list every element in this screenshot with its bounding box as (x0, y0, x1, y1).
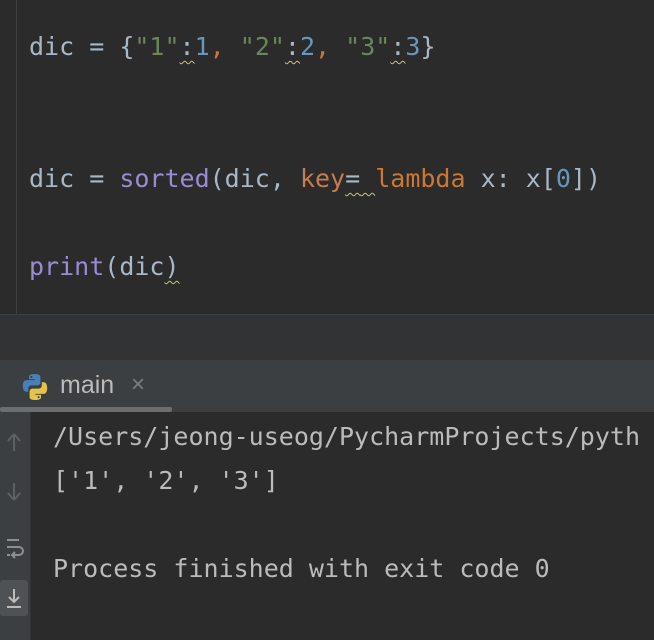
code-line-2[interactable]: dic = sorted(dic, key= lambda x: x[0]) (29, 164, 601, 194)
run-tab-label: main (60, 371, 115, 399)
soft-wrap-icon[interactable] (0, 530, 28, 566)
token-brace-close: } (420, 32, 436, 61)
token-colon: : (284, 32, 300, 61)
console-output[interactable]: /Users/jeong-useog/PycharmProjects/pyth … (31, 412, 654, 640)
console-exit-line: Process finished with exit code 0 (53, 554, 550, 583)
token-number: 1 (194, 32, 210, 61)
token-number: 2 (299, 32, 316, 61)
token-var: dic (29, 32, 75, 61)
token-brace-open: { (119, 32, 135, 61)
code-line-1[interactable]: dic = {"1":1, "2":2, "3":3} (29, 32, 436, 62)
console-path-line: /Users/jeong-useog/PycharmProjects/pyth (53, 422, 640, 451)
token-number: 0 (555, 164, 571, 193)
token-lambda-body: x: x[ (465, 164, 556, 193)
run-side-toolbar (0, 412, 31, 640)
down-arrow-icon[interactable] (0, 474, 28, 510)
token-var: dic (29, 164, 75, 193)
token-string: "1" (134, 32, 180, 61)
token-builtin: sorted (119, 164, 210, 193)
token-close: ]) (570, 164, 602, 193)
token-param: key (299, 164, 346, 193)
code-line-3[interactable]: print(dic) (29, 252, 180, 282)
token-builtin: print (29, 252, 105, 281)
token-keyword: lambda (375, 164, 466, 193)
gutter-divider (16, 0, 17, 314)
token-colon: : (390, 32, 406, 61)
token-string: "3" (345, 32, 391, 61)
token-assign: = (74, 32, 120, 61)
token-close: ) (164, 252, 180, 281)
token-string: "2" (239, 32, 285, 61)
code-editor[interactable]: dic = {"1":1, "2":2, "3":3} dic = sorted… (0, 0, 654, 314)
scroll-to-end-icon[interactable] (0, 580, 28, 616)
run-toolwindow-header: main × (0, 360, 654, 412)
token-assign: = (74, 164, 120, 193)
panel-splitter[interactable] (0, 314, 654, 361)
token-args: (dic, (209, 164, 300, 193)
python-icon (22, 374, 48, 400)
run-tab-main[interactable]: main × (0, 360, 172, 412)
token-colon: : (179, 32, 195, 61)
close-icon[interactable]: × (131, 372, 145, 398)
token-number: 3 (405, 32, 421, 61)
up-arrow-icon[interactable] (0, 424, 28, 460)
token-comma: , (315, 32, 346, 61)
token-args: (dic (104, 252, 165, 281)
token-comma: , (209, 32, 240, 61)
token-param-eq: = (345, 164, 361, 193)
console-result-line: ['1', '2', '3'] (53, 466, 279, 495)
